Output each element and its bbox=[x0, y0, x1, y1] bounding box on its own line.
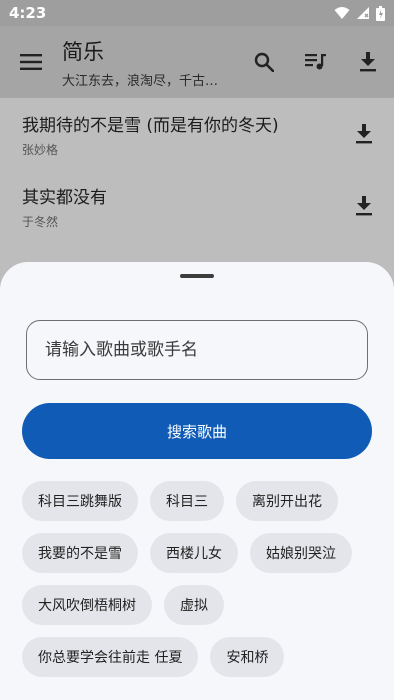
suggestion-chip[interactable]: 我要的不是雪 bbox=[22, 533, 138, 573]
search-songs-button[interactable]: 搜索歌曲 bbox=[22, 403, 372, 459]
song-artist: 张妙格 bbox=[22, 142, 59, 157]
signal-icon bbox=[357, 7, 369, 19]
suggestion-chip[interactable]: 虚拟 bbox=[164, 585, 224, 625]
app-titles: 简乐 大江东去，浪淘尽，千古风流人物 bbox=[62, 36, 238, 89]
suggestion-chip[interactable]: 西楼儿女 bbox=[150, 533, 238, 573]
playlist-icon bbox=[305, 54, 326, 70]
search-bottom-sheet: 搜索歌曲 科目三跳舞版 科目三 离别开出花 我要的不是雪 西楼儿女 姑娘别哭泣 … bbox=[0, 262, 394, 700]
playlist-button[interactable] bbox=[290, 26, 342, 98]
song-item[interactable]: 其实都没有 于冬然 bbox=[0, 170, 394, 242]
suggestion-chip[interactable]: 科目三 bbox=[150, 481, 224, 521]
suggestion-chip[interactable]: 你总要学会往前走 任夏 bbox=[22, 637, 199, 677]
status-bar: 4:23 bbox=[0, 0, 394, 26]
song-item[interactable]: 我期待的不是雪 (而是有你的冬天) 张妙格 bbox=[0, 98, 394, 170]
song-download-button[interactable] bbox=[334, 106, 394, 162]
search-icon bbox=[254, 52, 274, 72]
status-time: 4:23 bbox=[9, 4, 47, 22]
song-download-button[interactable] bbox=[334, 178, 394, 234]
wifi-icon bbox=[334, 7, 350, 19]
suggestion-chip[interactable]: 大风吹倒梧桐树 bbox=[22, 585, 152, 625]
hamburger-menu-icon bbox=[20, 54, 42, 70]
menu-button[interactable] bbox=[0, 26, 62, 98]
song-text: 我期待的不是雪 (而是有你的冬天) 张妙格 bbox=[22, 111, 334, 158]
download-icon bbox=[360, 52, 376, 72]
suggestion-chip[interactable]: 离别开出花 bbox=[236, 481, 338, 521]
status-icons bbox=[334, 5, 385, 21]
battery-icon bbox=[376, 5, 385, 21]
download-icon bbox=[356, 196, 372, 216]
suggestion-chip[interactable]: 安和桥 bbox=[210, 637, 285, 677]
app-bar: 简乐 大江东去，浪淘尽，千古风流人物 bbox=[0, 26, 394, 98]
app-subtitle: 大江东去，浪淘尽，千古风流人物 bbox=[62, 73, 222, 89]
song-search-input[interactable] bbox=[26, 320, 368, 380]
suggestion-chip[interactable]: 科目三跳舞版 bbox=[22, 481, 138, 521]
app-title: 简乐 bbox=[62, 39, 104, 64]
sheet-drag-handle[interactable] bbox=[180, 274, 214, 278]
download-icon bbox=[356, 124, 372, 144]
song-artist: 于冬然 bbox=[22, 214, 59, 229]
song-title: 其实都没有 bbox=[22, 187, 107, 208]
download-button[interactable] bbox=[342, 26, 394, 98]
song-text: 其实都没有 于冬然 bbox=[22, 183, 334, 230]
song-list: 我期待的不是雪 (而是有你的冬天) 张妙格 其实都没有 于冬然 bbox=[0, 98, 394, 242]
search-button[interactable] bbox=[238, 26, 290, 98]
song-title: 我期待的不是雪 (而是有你的冬天) bbox=[22, 115, 279, 136]
suggestion-chips: 科目三跳舞版 科目三 离别开出花 我要的不是雪 西楼儿女 姑娘别哭泣 大风吹倒梧… bbox=[22, 481, 374, 677]
suggestion-chip[interactable]: 姑娘别哭泣 bbox=[250, 533, 352, 573]
